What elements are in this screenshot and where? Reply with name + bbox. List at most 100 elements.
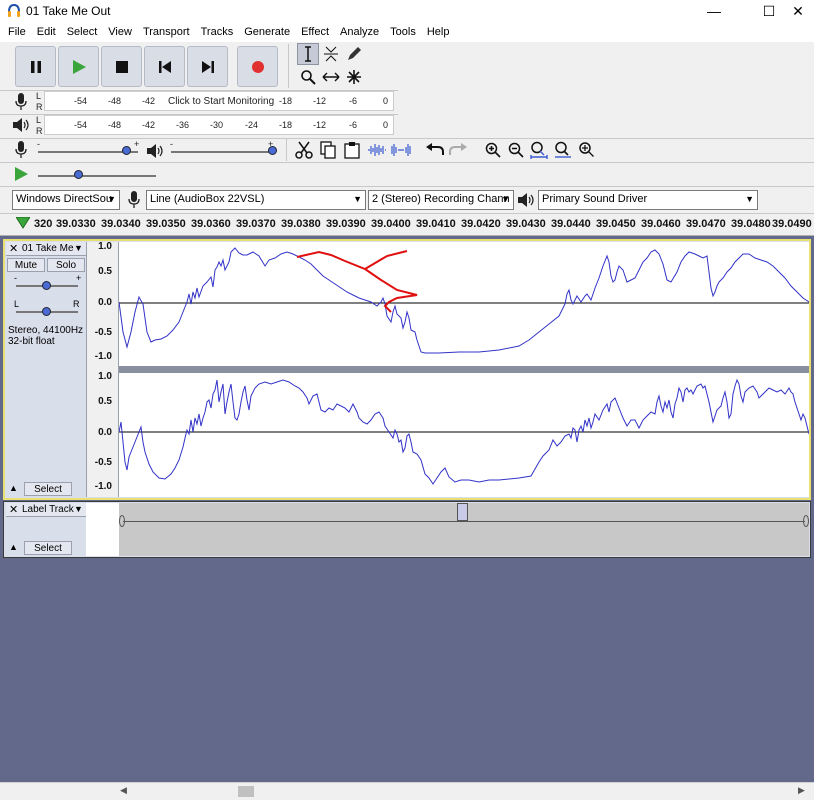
- fit-selection-button[interactable]: [528, 139, 550, 161]
- recording-device-icon: [128, 191, 140, 208]
- time-shift-tool[interactable]: [320, 66, 342, 88]
- zoom-out-button[interactable]: [505, 139, 527, 161]
- envelope-tool[interactable]: [320, 43, 342, 65]
- label-track-menu-chevron-icon[interactable]: ▼: [74, 504, 83, 514]
- menu-help[interactable]: Help: [422, 26, 456, 38]
- redo-button[interactable]: [447, 139, 469, 161]
- skip-to-end-button[interactable]: [187, 46, 228, 87]
- playback-speed-thumb[interactable]: [74, 170, 83, 179]
- vruler-label-bottom: -0.5: [94, 457, 112, 468]
- record-meter-tick: 0: [383, 96, 389, 106]
- input-slider-max: +: [134, 139, 140, 149]
- ruler-label: 39.0430: [506, 218, 546, 230]
- close-window-button[interactable]: ✕: [782, 0, 814, 22]
- vruler-label-top: 1.0: [98, 241, 112, 252]
- play-at-speed-icon[interactable]: [13, 166, 29, 182]
- silence-audio-button[interactable]: [390, 139, 412, 161]
- menu-edit[interactable]: Edit: [32, 26, 62, 38]
- label-track-select-button[interactable]: Select: [24, 541, 72, 555]
- scroll-left-arrow-icon[interactable]: ◀: [120, 785, 127, 796]
- record-button[interactable]: [237, 46, 278, 87]
- record-meter-tick: -48: [108, 96, 122, 106]
- cut-button[interactable]: [293, 139, 315, 161]
- playback-meter-tick: -18: [279, 120, 293, 130]
- playback-device-dropdown[interactable]: Primary Sound Driver ▼: [538, 190, 758, 210]
- input-volume-thumb[interactable]: [122, 146, 131, 155]
- output-volume-icon: [147, 144, 163, 158]
- menu-transport[interactable]: Transport: [138, 26, 196, 38]
- collapse-track-icon[interactable]: ▲: [9, 483, 18, 493]
- menu-effect[interactable]: Effect: [296, 26, 335, 38]
- vruler-label-top: -1.0: [94, 351, 112, 362]
- menu-view[interactable]: View: [103, 26, 138, 38]
- track-select-button[interactable]: Select: [24, 482, 72, 496]
- label-track-ruler: [86, 503, 119, 556]
- selection-tool[interactable]: [297, 43, 319, 65]
- track-sample-rate: Stereo, 44100Hz: [8, 325, 84, 336]
- menu-tools[interactable]: Tools: [385, 26, 422, 38]
- microphone-icon[interactable]: [14, 93, 28, 111]
- zoom-in-button[interactable]: [482, 139, 504, 161]
- mute-button[interactable]: Mute: [7, 258, 45, 272]
- label-right-handle[interactable]: [803, 515, 809, 527]
- scroll-right-arrow-icon[interactable]: ▶: [798, 785, 805, 796]
- trim-audio-button[interactable]: [366, 139, 388, 161]
- label-track-name[interactable]: Label Track: [22, 504, 74, 515]
- menu-analyze[interactable]: Analyze: [335, 26, 385, 38]
- output-slider-min: -: [170, 139, 173, 149]
- vruler-label-top: 0.0: [98, 297, 112, 308]
- scissors-icon: [295, 141, 313, 159]
- menu-generate[interactable]: Generate: [239, 26, 296, 38]
- tracks-area[interactable]: ✕ 01 Take Me ▼ Mute Solo - + L R Stereo,…: [0, 236, 814, 560]
- menu-tracks[interactable]: Tracks: [196, 26, 240, 38]
- undo-button[interactable]: [424, 139, 446, 161]
- minimize-button[interactable]: —: [694, 0, 734, 22]
- stop-button[interactable]: [101, 46, 142, 87]
- collapse-label-track-icon[interactable]: ▲: [9, 542, 18, 552]
- paste-button[interactable]: [341, 139, 363, 161]
- fit-project-button[interactable]: [552, 139, 574, 161]
- solo-button[interactable]: Solo: [47, 258, 85, 272]
- waveform-display[interactable]: [119, 242, 809, 497]
- menu-select[interactable]: Select: [62, 26, 104, 38]
- track-name-label[interactable]: 01 Take Me: [22, 243, 74, 254]
- recording-channels-dropdown[interactable]: 2 (Stereo) Recording Chann ▼: [368, 190, 514, 210]
- zoom-tool[interactable]: [297, 66, 319, 88]
- multi-tool[interactable]: [343, 66, 365, 88]
- timeline-ruler[interactable]: 320 39.0330 39.0340 39.0350 39.0360 39.0…: [0, 214, 814, 236]
- label-text-box[interactable]: [457, 503, 468, 521]
- output-volume-slider[interactable]: [171, 151, 275, 153]
- skip-to-start-button[interactable]: [144, 46, 185, 87]
- record-meter-prompt[interactable]: Click to Start Monitoring: [168, 96, 274, 107]
- pan-right-label: R: [73, 299, 80, 309]
- zoom-out-icon: [508, 142, 524, 158]
- label-track-close-icon[interactable]: ✕: [9, 503, 18, 516]
- audio-host-dropdown[interactable]: Windows DirectSou ▼: [12, 190, 120, 210]
- pan-slider-thumb[interactable]: [42, 307, 51, 316]
- horizontal-scrollbar[interactable]: ◀ ▶: [0, 782, 814, 800]
- ruler-label: 39.0480: [731, 218, 771, 230]
- playback-meter-tick: 0: [383, 120, 389, 130]
- playback-speed-slider[interactable]: [38, 175, 156, 177]
- label-left-handle[interactable]: [119, 515, 125, 527]
- recording-device-dropdown[interactable]: Line (AudioBox 22VSL) ▼: [146, 190, 366, 210]
- ruler-label: 39.0460: [641, 218, 681, 230]
- output-volume-thumb[interactable]: [268, 146, 277, 155]
- pause-button[interactable]: [15, 46, 56, 87]
- clipboard-icon: [344, 142, 360, 159]
- label-track-control-panel: ✕ Label Track ▼ ▲ Select: [6, 503, 86, 556]
- play-head-triangle-icon[interactable]: [16, 217, 30, 229]
- scrollbar-thumb[interactable]: [238, 786, 254, 797]
- draw-tool[interactable]: [343, 43, 365, 65]
- asterisk-icon: [347, 70, 361, 84]
- zoom-toggle-button[interactable]: [576, 139, 598, 161]
- gain-slider-thumb[interactable]: [42, 281, 51, 290]
- ruler-label: 39.0380: [281, 218, 321, 230]
- copy-button[interactable]: [317, 139, 339, 161]
- play-button[interactable]: [58, 46, 99, 87]
- stop-icon: [115, 60, 128, 73]
- track-close-icon[interactable]: ✕: [9, 242, 18, 255]
- speaker-icon[interactable]: [12, 117, 30, 133]
- track-menu-chevron-icon[interactable]: ▼: [74, 243, 83, 253]
- menu-file[interactable]: File: [3, 26, 32, 38]
